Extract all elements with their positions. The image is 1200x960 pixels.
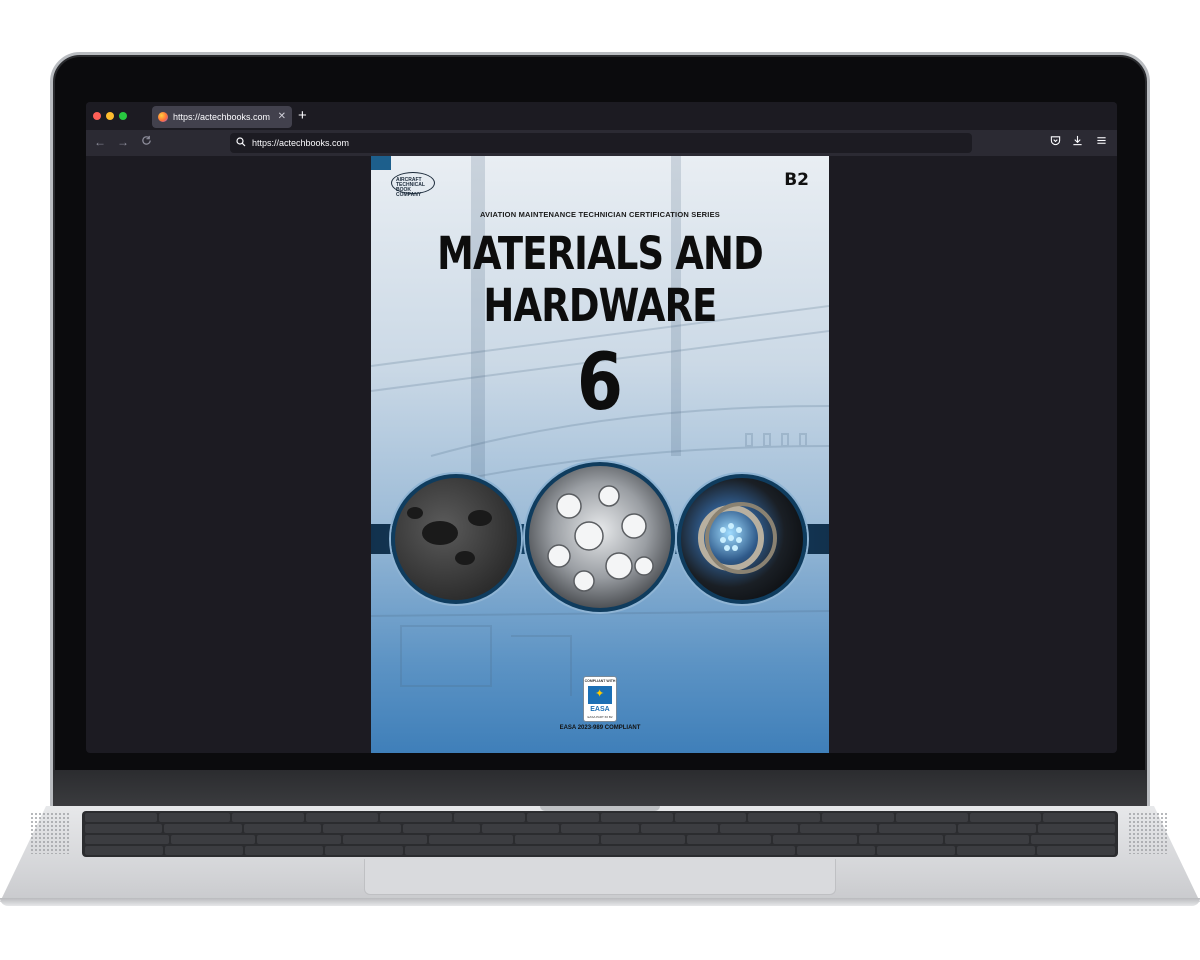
category-label: B2 [784, 170, 809, 190]
key[interactable] [245, 846, 323, 855]
key[interactable] [158, 813, 231, 822]
key[interactable] [748, 813, 821, 822]
back-arrow-icon[interactable]: ← [94, 135, 106, 149]
key[interactable] [515, 835, 599, 844]
tab-bar: https://actechbooks.com ✕ + [86, 102, 1117, 130]
left-speaker-grille [30, 812, 70, 854]
key[interactable] [85, 824, 163, 833]
key[interactable] [527, 813, 600, 822]
key[interactable] [232, 813, 305, 822]
key[interactable] [958, 824, 1036, 833]
key[interactable] [379, 813, 452, 822]
easa-badge-top: COMPLIANT WITH [584, 679, 616, 683]
pocket-icon[interactable] [1050, 135, 1061, 150]
key[interactable] [957, 846, 1035, 855]
key[interactable] [640, 824, 719, 833]
key[interactable] [402, 824, 480, 833]
compliance-text: EASA 2023-989 COMPLIANT [559, 725, 641, 731]
key[interactable] [481, 824, 560, 833]
browser-window: https://actechbooks.com ✕ + ← → https://… [86, 102, 1117, 753]
close-window-button[interactable] [93, 112, 101, 120]
key[interactable] [257, 835, 341, 844]
firefox-icon [158, 112, 168, 122]
new-tab-button[interactable]: + [298, 107, 307, 125]
key[interactable] [687, 835, 771, 844]
key[interactable] [720, 824, 798, 833]
tab-title: https://actechbooks.com [173, 112, 271, 122]
search-icon [236, 134, 246, 152]
key[interactable] [1037, 846, 1115, 855]
keyboard [82, 811, 1118, 857]
eu-flag-icon: ✦ [588, 686, 612, 704]
key[interactable] [797, 846, 875, 855]
title-line-1: MATERIALS AND [437, 227, 764, 280]
key[interactable] [453, 813, 526, 822]
minimize-window-button[interactable] [106, 112, 114, 120]
key[interactable] [171, 835, 255, 844]
close-tab-icon[interactable]: ✕ [278, 112, 286, 122]
key[interactable] [85, 846, 163, 855]
book-cover: AIRCRAFT TECHNICAL BOOK COMPANY B2 AVIAT… [371, 156, 829, 753]
title-line-2: HARDWARE [483, 279, 717, 332]
key[interactable] [799, 824, 877, 833]
keyboard-row [85, 846, 1115, 855]
download-icon[interactable] [1072, 135, 1083, 150]
key[interactable] [895, 813, 968, 822]
key[interactable] [561, 824, 639, 833]
easa-badge-sub: EASA PART 66 B2 [587, 715, 613, 719]
key[interactable] [429, 835, 513, 844]
composite-panel-image [391, 474, 521, 604]
key[interactable] [1043, 813, 1116, 822]
forward-arrow-icon[interactable]: → [117, 135, 129, 149]
key[interactable] [601, 835, 685, 844]
key[interactable] [306, 813, 378, 822]
key[interactable] [601, 813, 673, 822]
key[interactable] [773, 835, 857, 844]
screws-image [525, 462, 675, 612]
keyboard-row [85, 813, 1116, 822]
key[interactable] [165, 846, 243, 855]
keyboard-row [85, 824, 1116, 833]
key[interactable] [85, 835, 169, 844]
key[interactable] [164, 824, 242, 833]
spacebar[interactable] [405, 846, 795, 855]
key[interactable] [325, 846, 403, 855]
keyboard-row [85, 835, 1115, 844]
key[interactable] [674, 813, 747, 822]
star-icon: ✦ [595, 688, 605, 700]
maximize-window-button[interactable] [119, 112, 127, 120]
series-title: AVIATION MAINTENANCE TECHNICIAN CERTIFIC… [480, 210, 720, 219]
key[interactable] [323, 824, 401, 833]
key[interactable] [945, 835, 1029, 844]
connector-image [677, 474, 807, 604]
base-edge [0, 898, 1200, 906]
url-text: https://actechbooks.com [252, 138, 350, 148]
key[interactable] [243, 824, 322, 833]
address-bar[interactable]: https://actechbooks.com [230, 133, 972, 153]
navigation-bar: ← → https://actechbooks.com [86, 130, 1117, 156]
key[interactable] [1037, 824, 1116, 833]
key[interactable] [85, 813, 157, 822]
key[interactable] [859, 835, 943, 844]
key[interactable] [969, 813, 1042, 822]
corner-tab [371, 156, 391, 170]
module-number: 6 [576, 338, 624, 428]
reload-icon[interactable] [141, 135, 152, 149]
laptop-hinge [50, 770, 1150, 806]
easa-label: EASA [590, 706, 610, 713]
easa-badge: COMPLIANT WITH ✦ EASA EASA PART 66 B2 [583, 676, 617, 722]
right-speaker-grille [1128, 812, 1168, 854]
key[interactable] [822, 813, 894, 822]
trackpad[interactable] [364, 859, 836, 895]
book-title: MATERIALS AND HARDWARE [412, 228, 788, 332]
publisher-logo-text: AIRCRAFT TECHNICAL BOOK COMPANY [396, 177, 425, 198]
key[interactable] [877, 846, 955, 855]
tab-actechbooks[interactable]: https://actechbooks.com ✕ [152, 106, 292, 128]
menu-icon[interactable] [1096, 135, 1107, 150]
key[interactable] [343, 835, 427, 844]
key[interactable] [878, 824, 957, 833]
key[interactable] [1031, 835, 1115, 844]
